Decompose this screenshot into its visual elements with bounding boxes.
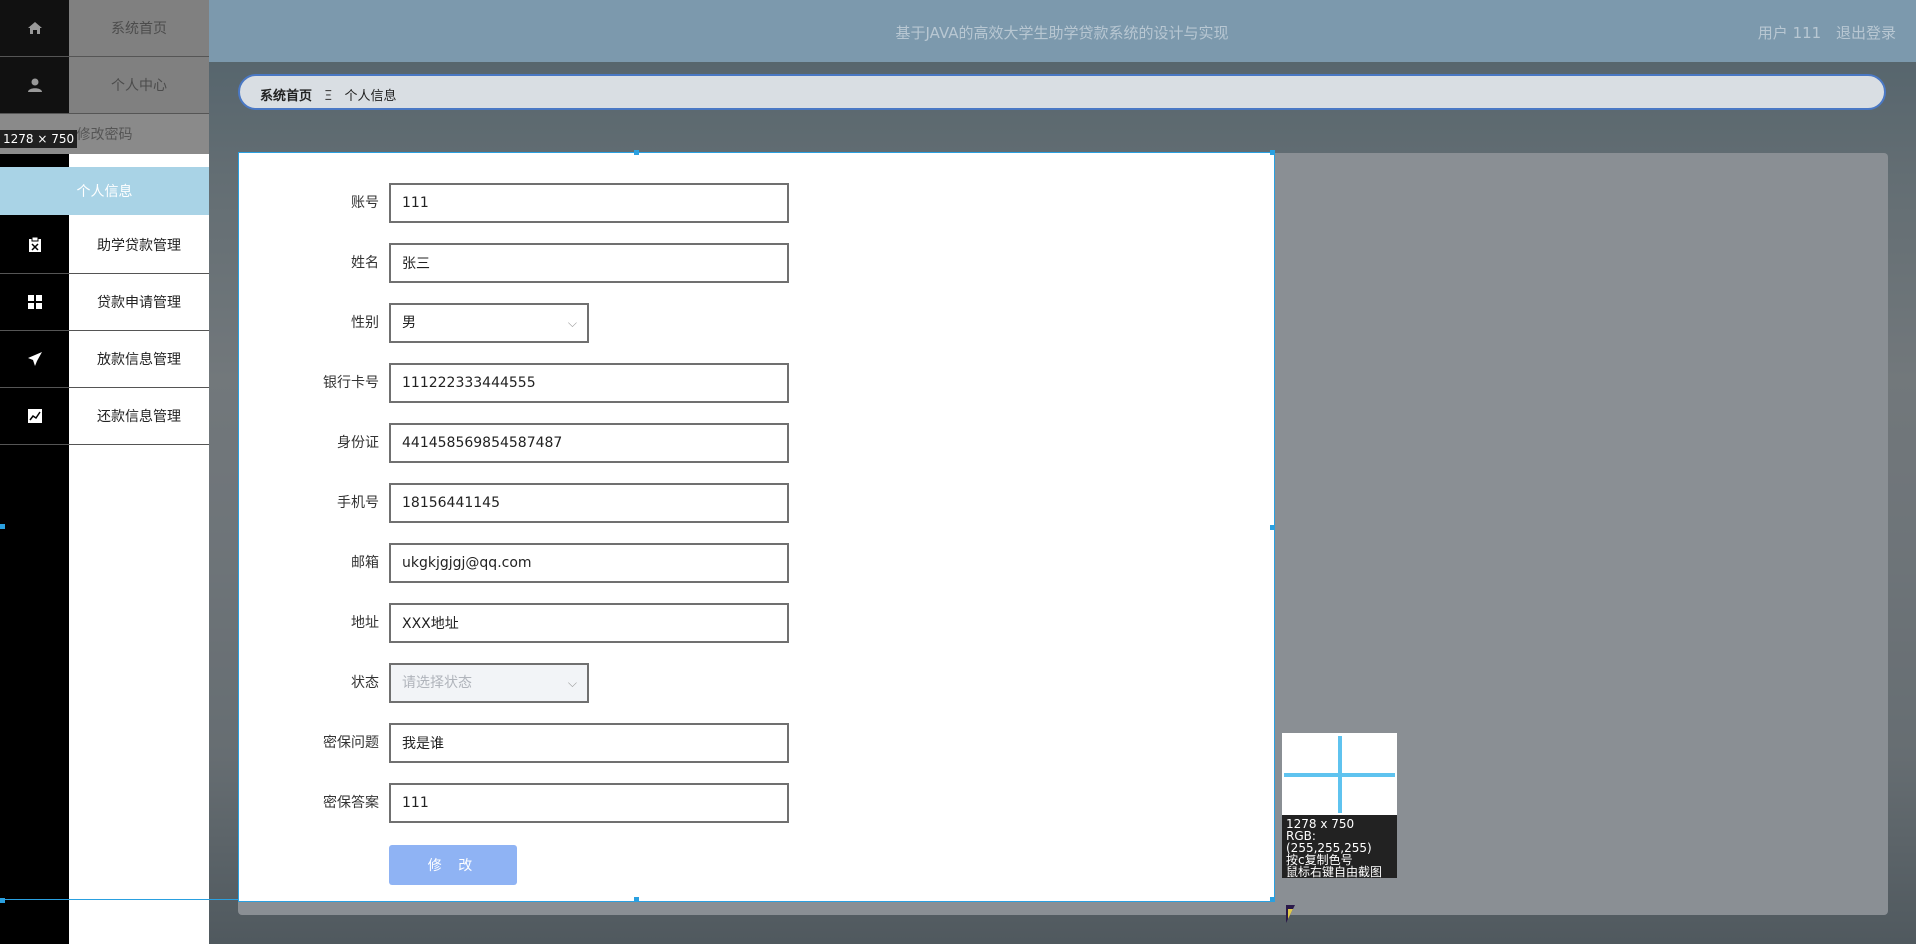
field-label: 身份证: [337, 435, 379, 451]
security-answer-input[interactable]: [389, 783, 789, 823]
selection-guide-line: [0, 899, 238, 900]
user-label: 用户 111: [1757, 24, 1822, 42]
account-input[interactable]: [389, 183, 789, 223]
field-label: 姓名: [351, 255, 379, 271]
breadcrumb-home[interactable]: 系统首页: [260, 89, 312, 104]
selection-handle[interactable]: [1270, 525, 1275, 530]
selection-handle[interactable]: [634, 150, 639, 155]
sidebar-item-repayment[interactable]: 还款信息管理: [0, 388, 209, 445]
field-label: 状态: [351, 675, 379, 691]
sidebar-item-label: 贷款申请管理: [97, 295, 181, 311]
field-label: 地址: [351, 615, 379, 631]
form-row-phone: 手机号: [239, 483, 1239, 523]
crosshair-line: [1284, 773, 1395, 777]
picker-hint-capture: 鼠标右键自由截图: [1286, 865, 1383, 879]
sidebar-subitem-personal-info[interactable]: 个人信息: [0, 167, 209, 215]
top-header: 基于JAVA的高效大学生助学贷款系统的设计与实现 用户 111 退出登录: [208, 0, 1916, 62]
selection-handle[interactable]: [0, 898, 5, 903]
sidebar-item-profile-center[interactable]: 个人中心: [0, 57, 209, 114]
form-row-security-answer: 密保答案: [239, 783, 1239, 823]
form-row-status: 状态 请选择状态 ⌵: [239, 663, 1239, 703]
field-label: 账号: [351, 195, 379, 211]
sidebar-item-label: 系统首页: [69, 0, 209, 56]
home-icon: [0, 0, 69, 56]
size-badge: 1278 × 750: [0, 130, 78, 148]
sidebar-item-label: 还款信息管理: [97, 409, 181, 425]
bank-card-input[interactable]: [389, 363, 789, 403]
picker-rgb: RGB:(255,255,255): [1286, 829, 1372, 855]
selection-handle[interactable]: [1270, 897, 1275, 902]
form-row-email: 邮箱: [239, 543, 1239, 583]
sidebar-item-label: 助学贷款管理: [97, 238, 181, 254]
user-area: 用户 111 退出登录: [1748, 22, 1896, 43]
chart-icon: [0, 388, 69, 444]
user-icon: [0, 57, 69, 113]
security-question-input[interactable]: [389, 723, 789, 763]
sidebar-item-loan-application[interactable]: 贷款申请管理: [0, 274, 209, 331]
gender-select-value: 男: [402, 315, 416, 331]
field-label: 密保答案: [323, 795, 379, 811]
color-picker-tooltip: 1278 x 750 RGB:(255,255,255) 按c复制色号 鼠标右键…: [1282, 733, 1397, 878]
form-row-bank-card: 银行卡号: [239, 363, 1239, 403]
logout-link[interactable]: 退出登录: [1836, 24, 1896, 42]
field-label: 银行卡号: [323, 375, 379, 391]
gender-select[interactable]: 男 ⌵: [389, 303, 589, 343]
form-row-address: 地址: [239, 603, 1239, 643]
email-input[interactable]: [389, 543, 789, 583]
selection-handle[interactable]: [0, 524, 5, 529]
sidebar-item-label: 放款信息管理: [97, 352, 181, 368]
mouse-cursor-highlight: [1288, 909, 1293, 919]
sidebar-item-label: 个人中心: [69, 57, 209, 113]
status-select-placeholder: 请选择状态: [402, 675, 472, 691]
sidebar-item-loan-management[interactable]: 助学贷款管理: [0, 217, 209, 274]
send-icon: [0, 331, 69, 387]
breadcrumb: 系统首页 Ξ 个人信息: [238, 74, 1886, 110]
name-input[interactable]: [389, 243, 789, 283]
form-row-id-card: 身份证: [239, 423, 1239, 463]
selection-handle[interactable]: [1270, 150, 1275, 155]
selection-handle[interactable]: [634, 897, 639, 902]
system-title: 基于JAVA的高效大学生助学贷款系统的设计与实现: [895, 24, 1229, 42]
sidebar-item-disbursement[interactable]: 放款信息管理: [0, 331, 209, 388]
field-label: 性别: [351, 315, 379, 331]
breadcrumb-separator: Ξ: [324, 89, 333, 104]
form-row-account: 账号: [239, 183, 1239, 223]
grid-icon: [0, 274, 69, 330]
field-label: 邮箱: [351, 555, 379, 571]
form-row-name: 姓名: [239, 243, 1239, 283]
modify-button[interactable]: 修 改: [389, 845, 517, 885]
personal-info-form: 账号 姓名 性别 男 ⌵ 银行卡号 身份证 手机号 邮箱 地址 状态 请选择状态…: [238, 150, 1275, 902]
sidebar-item-home[interactable]: 系统首页: [0, 0, 209, 57]
breadcrumb-current: 个人信息: [344, 89, 397, 104]
magnifier-swatch: [1282, 733, 1397, 815]
form-row-gender: 性别 男 ⌵: [239, 303, 1239, 343]
address-input[interactable]: [389, 603, 789, 643]
field-label: 手机号: [337, 495, 379, 511]
clipboard-icon: [0, 217, 69, 273]
sidebar-subitem-label: 个人信息: [76, 184, 133, 200]
chevron-down-icon: ⌵: [567, 316, 577, 330]
field-label: 密保问题: [323, 735, 379, 751]
form-row-security-question: 密保问题: [239, 723, 1239, 763]
status-select[interactable]: 请选择状态 ⌵: [389, 663, 589, 703]
phone-input[interactable]: [389, 483, 789, 523]
id-card-input[interactable]: [389, 423, 789, 463]
sidebar-subitem-label: 修改密码: [76, 127, 133, 143]
chevron-down-icon: ⌵: [567, 676, 577, 690]
